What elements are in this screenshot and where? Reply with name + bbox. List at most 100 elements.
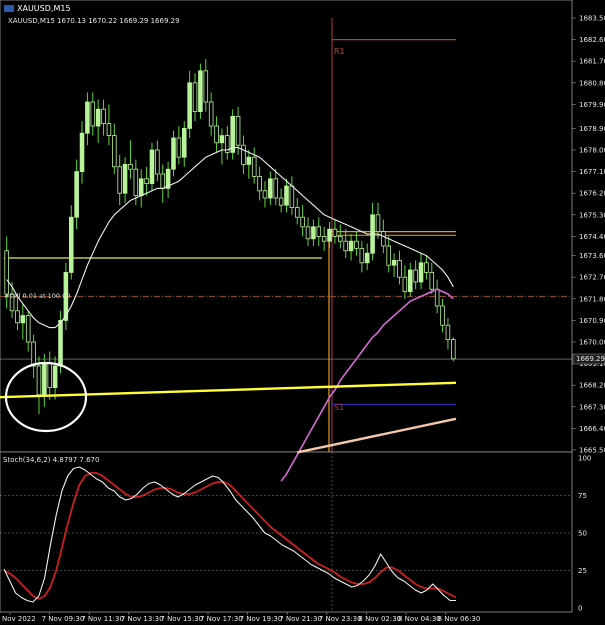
candle-body — [418, 262, 424, 283]
candle-body — [338, 235, 343, 242]
candle-body — [138, 178, 144, 197]
time-tick-label: 7 Nov 15:30 — [160, 615, 203, 623]
candle-body — [235, 116, 241, 146]
candle-body — [434, 288, 440, 307]
candle-body — [440, 305, 445, 326]
candle-body — [289, 185, 295, 209]
candle-body — [386, 245, 392, 266]
candle-body — [20, 315, 26, 324]
candle-body — [407, 269, 413, 293]
price-tick-label: 1674.40 — [579, 233, 605, 241]
candle-body — [251, 156, 257, 177]
candle-body — [31, 341, 36, 367]
candle-body — [429, 271, 435, 290]
candle-body — [391, 259, 397, 266]
candle-body — [15, 310, 20, 324]
price-tick-label: 1670.90 — [579, 317, 605, 325]
candle-body — [171, 137, 176, 170]
candle-body — [47, 363, 53, 389]
price-tick-label: 1667.30 — [579, 403, 605, 411]
candle-body — [214, 125, 219, 144]
candle-body — [451, 339, 456, 360]
candle-body — [375, 214, 381, 233]
candle-body — [284, 185, 289, 206]
stoch-label: Stoch(34,6,2) 4.8797 7.670 — [3, 456, 99, 464]
symbol-header: XAUUSD,M15 — [4, 4, 71, 13]
candle-body — [52, 365, 58, 389]
stoch-tick-label: 75 — [578, 492, 587, 500]
candle-body — [413, 269, 418, 283]
price-tick-label: 1681.70 — [579, 58, 605, 66]
time-tick-label: 8 Nov 06:30 — [438, 615, 481, 623]
price-tick-label: 1679.90 — [579, 101, 605, 109]
candle-body — [305, 226, 311, 240]
price-tick-label: 1671.80 — [579, 295, 605, 303]
candle-body — [327, 228, 332, 242]
price-tick-label: 1665.50 — [579, 447, 605, 455]
candle-body — [149, 149, 155, 184]
candle-body — [144, 178, 149, 185]
candle-body — [316, 226, 322, 237]
candle-body — [359, 247, 365, 264]
current-price-value: 1669.29 — [576, 355, 605, 363]
candle-body — [181, 127, 187, 158]
candle-body — [354, 240, 359, 249]
trade-label: #sell 0.01 at 100.00 — [4, 292, 70, 300]
price-tick-label: 1677.10 — [579, 168, 605, 176]
time-tick-label: 7 Nov 17:30 — [200, 615, 243, 623]
candle-body — [58, 319, 63, 367]
candle-body — [155, 149, 160, 175]
price-tick-label: 1676.20 — [579, 190, 605, 198]
candle-body — [36, 365, 42, 396]
chart-window: 1683.50 1682.60 1681.70 1680.80 1679.90 1678.… — [0, 0, 605, 625]
candle-body — [445, 324, 451, 341]
candle-body — [300, 216, 305, 228]
candle-body — [219, 135, 225, 144]
candle-body — [106, 123, 112, 136]
time-tick-label: 8 Nov 04:30 — [398, 615, 441, 623]
candle-body — [424, 262, 429, 273]
symbol-label: XAUUSD,M15 — [17, 4, 71, 13]
candle-body — [257, 175, 262, 192]
candle-body — [25, 315, 31, 343]
candle-body — [68, 216, 74, 273]
candle-body — [128, 163, 133, 170]
price-tick-label: 1668.20 — [579, 382, 605, 390]
stoch-tick-label: 50 — [578, 530, 587, 538]
price-tick-label: 1675.30 — [579, 211, 605, 219]
candle-body — [203, 70, 209, 103]
time-tick-label: 7 Nov 21:30 — [279, 615, 322, 623]
candle-body — [74, 171, 79, 218]
candle-body — [192, 82, 198, 113]
candle-body — [95, 108, 101, 127]
price-tick-label: 1673.60 — [579, 252, 605, 260]
candle-body — [268, 178, 273, 199]
stoch-tick-label: 0 — [578, 605, 582, 613]
candle-body — [187, 82, 192, 129]
candle-body — [90, 101, 96, 127]
candle-body — [160, 173, 166, 189]
candle-body — [112, 135, 117, 168]
candle-body — [262, 190, 268, 199]
time-tick-label: 7 Nov 13:30 — [121, 615, 164, 623]
price-tick-label: 1680.80 — [579, 79, 605, 87]
candle-body — [246, 156, 252, 165]
candle-body — [230, 116, 235, 153]
stoch-tick-label: 25 — [578, 567, 587, 575]
price-tick-label: 1682.60 — [579, 36, 605, 44]
candle-body — [133, 168, 139, 196]
candle-body — [79, 132, 85, 172]
price-tick-label: 1666.40 — [579, 425, 605, 433]
r1-label: R1 — [334, 47, 345, 56]
chart-window-icon — [4, 5, 14, 12]
trading-chart: 1683.50 1682.60 1681.70 1680.80 1679.90 1678.… — [0, 0, 605, 623]
candle-body — [294, 207, 300, 218]
candle-body — [198, 70, 203, 113]
candle-body — [321, 235, 327, 242]
candle-body — [42, 363, 47, 396]
candle-body — [122, 163, 128, 194]
candle-body — [278, 197, 284, 206]
candle-body — [364, 252, 370, 264]
price-tick-label: 1678.00 — [579, 147, 605, 155]
s1-label: S1 — [334, 403, 344, 412]
